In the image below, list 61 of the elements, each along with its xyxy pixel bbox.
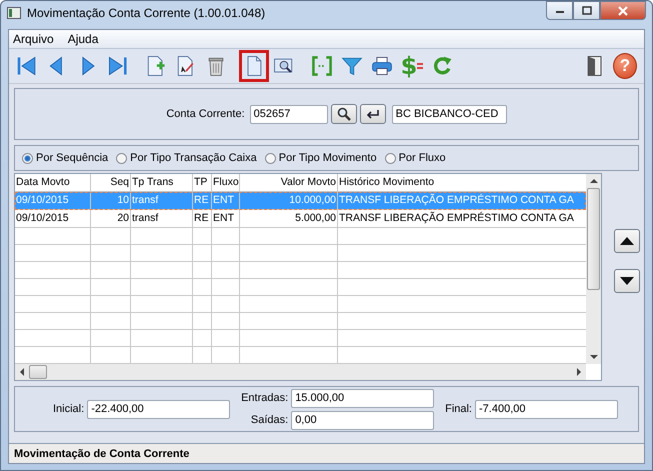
- table-cell: 10.000,00: [240, 192, 338, 209]
- menu-item[interactable]: Ajuda: [68, 32, 98, 46]
- enter-icon: [366, 109, 380, 119]
- enter-button[interactable]: [360, 104, 386, 124]
- column-header[interactable]: Data Movto: [15, 174, 91, 191]
- column-header[interactable]: Valor Movto: [240, 174, 338, 191]
- column-header[interactable]: Fluxo: [212, 174, 240, 191]
- account-field[interactable]: 052657: [250, 104, 328, 124]
- table-cell: 10: [91, 192, 131, 209]
- radio-option[interactable]: Por Sequência: [22, 152, 108, 164]
- scroll-right-icon[interactable]: [576, 368, 582, 376]
- radio-option[interactable]: Por Tipo Movimento: [264, 152, 377, 164]
- scroll-left-icon[interactable]: [19, 368, 25, 376]
- minimize-button[interactable]: [546, 1, 573, 20]
- move-up-button[interactable]: [614, 229, 640, 253]
- move-down-button[interactable]: [614, 269, 640, 293]
- scroll-down-icon[interactable]: [590, 354, 598, 360]
- table-cell: RE: [193, 210, 212, 227]
- scroll-thumb[interactable]: [587, 188, 600, 290]
- field-label: Conta Corrente:: [166, 108, 245, 120]
- up-triangle-icon: [620, 237, 634, 245]
- column-header[interactable]: Seq: [91, 174, 131, 191]
- field-label: Entradas:: [241, 392, 288, 404]
- table-cell: 09/10/2015: [15, 210, 91, 227]
- field-label: Saídas:: [250, 414, 288, 426]
- down-triangle-icon: [620, 277, 634, 285]
- horizontal-scrollbar[interactable]: [15, 364, 586, 380]
- table-cell: 20: [91, 210, 131, 227]
- menu-item[interactable]: Arquivo: [13, 32, 54, 46]
- vertical-scrollbar[interactable]: [586, 174, 601, 364]
- table-cell: transf: [131, 192, 193, 209]
- inflows-field[interactable]: 15.000,00: [291, 388, 434, 408]
- document-button[interactable]: [239, 50, 269, 82]
- final-balance-field[interactable]: -7.400,00: [475, 400, 618, 418]
- maximize-icon: [582, 6, 592, 15]
- close-button[interactable]: [600, 1, 646, 20]
- table-cell: ENT: [212, 210, 240, 227]
- table-cell: 5.000,00: [240, 210, 338, 227]
- maximize-button[interactable]: [573, 1, 600, 20]
- table-cell: 09/10/2015: [15, 192, 91, 209]
- status-text: Movimentação de Conta Corrente: [14, 448, 190, 460]
- app-icon: [7, 7, 21, 19]
- account-name-field[interactable]: BC BICBANCO-CED: [392, 104, 507, 124]
- close-icon: [617, 6, 629, 16]
- radio-option[interactable]: Por Tipo Transação Caixa: [116, 152, 257, 164]
- search-button[interactable]: [330, 104, 357, 124]
- scroll-thumb[interactable]: [29, 365, 47, 379]
- scroll-up-icon[interactable]: [590, 178, 598, 184]
- window-title: Movimentação Conta Corrente (1.00.01.048): [27, 6, 266, 20]
- column-header[interactable]: Tp Trans: [131, 174, 193, 191]
- column-header[interactable]: TP: [193, 174, 212, 191]
- field-label: Inicial:: [53, 403, 84, 415]
- search-icon: [336, 107, 351, 121]
- radio-option[interactable]: Por Fluxo: [384, 152, 446, 164]
- field-label: Final:: [445, 403, 472, 415]
- table-cell: ENT: [212, 192, 240, 209]
- table-row[interactable]: 09/10/2015 20 transf RE ENT 5.000,00 TRANSF LIBERAÇÃO EMPRÉSTIMO CONTA GA: [15, 210, 586, 228]
- initial-balance-field[interactable]: -22.400,00: [87, 400, 230, 418]
- table-cell: RE: [193, 192, 212, 209]
- table-cell: transf: [131, 210, 193, 227]
- outflows-field[interactable]: 0,00: [291, 410, 434, 430]
